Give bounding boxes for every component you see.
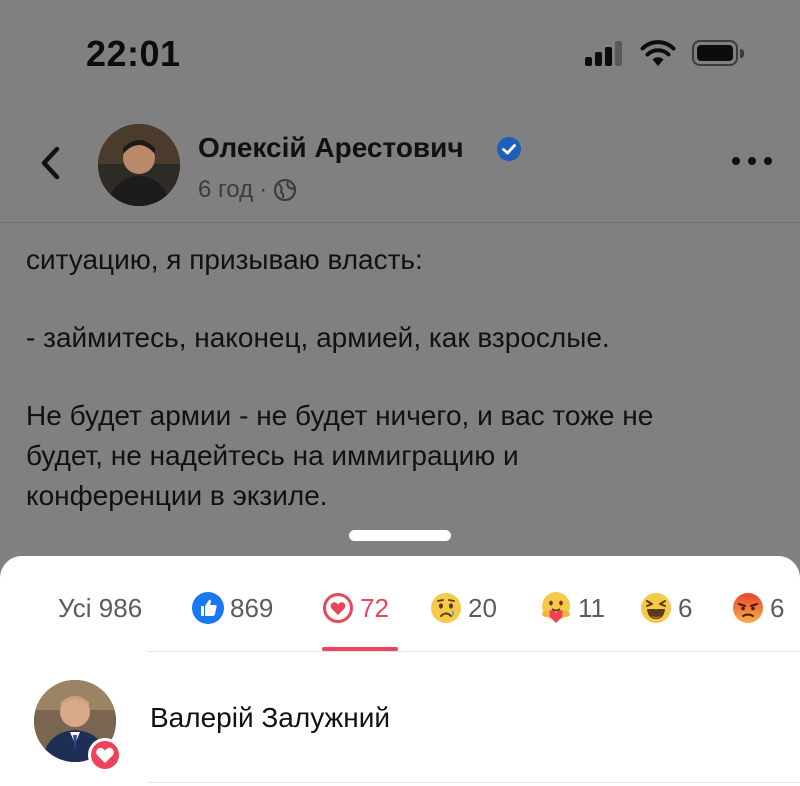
sheet-drag-handle[interactable]: [349, 530, 451, 541]
post-meta: 6 год ·: [198, 176, 297, 204]
tab-count: 869: [230, 592, 274, 623]
tabs-divider: [148, 651, 800, 652]
header-divider: [0, 222, 800, 223]
wifi-icon: [640, 38, 676, 68]
post-text: ситуацию, я призываю власть: - займитесь…: [26, 240, 786, 516]
post-header: Олексій Арестович 6 год ·: [0, 110, 800, 220]
verified-badge-icon: [496, 136, 522, 162]
more-icon: [732, 157, 740, 165]
row-divider: [148, 782, 800, 783]
angry-icon: [732, 592, 764, 624]
tab-label: Усі 986: [58, 592, 143, 623]
cellular-signal-icon: [585, 40, 625, 66]
tab-all[interactable]: Усі 986: [58, 588, 142, 628]
tab-count: 20: [468, 592, 497, 623]
tab-sad[interactable]: 20: [430, 588, 497, 628]
reactor-name[interactable]: Валерій Залужний: [150, 702, 390, 734]
post-line: будет, не надейтесь на иммиграцию и: [26, 440, 519, 471]
tab-love[interactable]: 72: [322, 588, 389, 628]
love-icon: [322, 592, 354, 624]
tab-count: 6: [770, 592, 785, 623]
status-bar: 22:01: [0, 0, 800, 100]
tab-care[interactable]: 11: [540, 588, 605, 628]
more-options-button[interactable]: [732, 154, 772, 168]
author-name[interactable]: Олексій Арестович: [198, 132, 464, 164]
chevron-left-icon: [41, 146, 60, 180]
tab-haha[interactable]: 6: [640, 588, 692, 628]
author-avatar[interactable]: [98, 124, 180, 206]
post-line: - займитесь, наконец, армией, как взросл…: [26, 322, 610, 353]
love-icon: [88, 738, 122, 772]
sad-icon: [430, 592, 462, 624]
tab-angry[interactable]: 6: [732, 588, 784, 628]
tab-like[interactable]: 869: [192, 588, 273, 628]
post-line: конференции в экзиле.: [26, 480, 328, 511]
list-item[interactable]: Валерій Залужний: [0, 666, 800, 782]
like-icon: [192, 592, 224, 624]
tab-count: 11: [578, 592, 605, 623]
post-time: 6 год: [198, 176, 254, 203]
tab-count: 72: [360, 592, 389, 623]
status-time: 22:01: [86, 33, 181, 74]
reactions-sheet: Усі 986 869 72 20 11 6 6 Валерій Залужни…: [0, 556, 800, 786]
back-button[interactable]: [30, 138, 70, 188]
globe-icon: [273, 178, 297, 202]
tab-count: 6: [678, 592, 693, 623]
post-line: ситуацию, я призываю власть:: [26, 244, 423, 275]
post-line: Не будет армии - не будет ничего, и вас …: [26, 400, 654, 431]
care-icon: [540, 592, 572, 624]
reaction-tabs: Усі 986 869 72 20 11 6 6: [0, 556, 800, 652]
battery-icon: [692, 40, 744, 66]
haha-icon: [640, 592, 672, 624]
